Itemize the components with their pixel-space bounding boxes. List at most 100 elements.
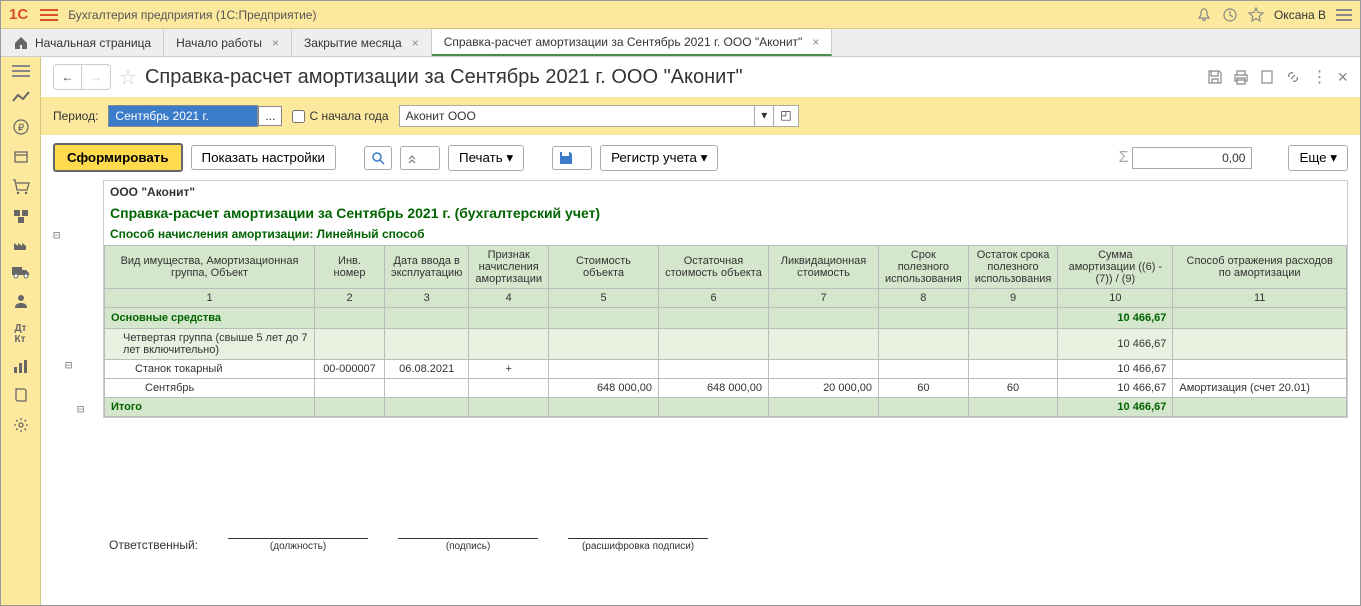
page-title: Справка-расчет амортизации за Сентябрь 2… xyxy=(145,66,1200,89)
tree-toggle-icon[interactable]: ⊟ xyxy=(65,358,72,372)
book-icon[interactable] xyxy=(13,387,29,403)
from-start-label: С начала года xyxy=(309,109,388,123)
tab-label: Справка-расчет амортизации за Сентябрь 2… xyxy=(444,35,803,49)
tab-label: Начало работы xyxy=(176,36,262,50)
nav-forward-button[interactable]: → xyxy=(82,65,110,89)
app-title: Бухгалтерия предприятия (1С:Предприятие) xyxy=(68,8,1196,22)
col-header: Ликвидационная стоимость xyxy=(769,246,879,289)
truck-icon[interactable] xyxy=(11,265,31,279)
warehouse-icon[interactable] xyxy=(13,209,29,223)
favorite-star-icon[interactable]: ☆ xyxy=(119,65,137,90)
sidebar: ₽ ДтКт xyxy=(1,57,41,605)
history-icon[interactable] xyxy=(1222,7,1238,23)
col-header: Дата ввода в эксплуатацию xyxy=(385,246,469,289)
report-org: ООО "Аконит" xyxy=(104,181,1347,203)
bell-icon[interactable] xyxy=(1196,7,1212,23)
report-title: Справка-расчет амортизации за Сентябрь 2… xyxy=(104,203,1347,223)
period-label: Период: xyxy=(53,109,98,123)
org-input[interactable]: Аконит ООО xyxy=(399,105,756,127)
params-bar: Период: Сентябрь 2021 г. ... С начала го… xyxy=(41,97,1360,135)
find-button[interactable] xyxy=(364,146,392,170)
page-header: ← → ☆ Справка-расчет амортизации за Сент… xyxy=(41,57,1360,97)
ruble-icon[interactable]: ₽ xyxy=(13,119,29,135)
close-page-button[interactable]: × xyxy=(1337,67,1348,88)
table-row-total: Итого 10 466,67 xyxy=(105,398,1347,417)
kebab-icon[interactable]: ⋮ xyxy=(1311,67,1327,87)
app-logo: 1C xyxy=(9,6,28,23)
save-icon[interactable] xyxy=(1207,69,1223,85)
period-picker-button[interactable]: ... xyxy=(258,106,282,126)
form-button[interactable]: Сформировать xyxy=(53,143,183,172)
col-header: Остаток срока полезного использования xyxy=(968,246,1058,289)
register-button[interactable]: Регистр учета ▾ xyxy=(600,145,718,171)
tab-month-close[interactable]: Закрытие месяца × xyxy=(292,29,432,56)
col-num: 9 xyxy=(968,289,1058,308)
star-icon[interactable] xyxy=(1248,7,1264,23)
col-num: 1 xyxy=(105,289,315,308)
col-num: 10 xyxy=(1058,289,1173,308)
col-num: 6 xyxy=(659,289,769,308)
tab-label: Закрытие месяца xyxy=(304,36,402,50)
caption-menu-icon[interactable] xyxy=(1336,7,1352,23)
col-header: Инв. номер xyxy=(315,246,385,289)
table-row-detail[interactable]: Сентябрь 648 000,00 648 000,00 20 000,00… xyxy=(105,379,1347,398)
report-table: Вид имущества, Амортизационная группа, О… xyxy=(104,245,1347,417)
tab-amort-report[interactable]: Справка-расчет амортизации за Сентябрь 2… xyxy=(432,29,833,56)
col-header: Признак начисления амортизации xyxy=(469,246,549,289)
table-row-group[interactable]: Основные средства 10 466,67 xyxy=(105,308,1347,329)
link-icon[interactable] xyxy=(1285,69,1301,85)
sidebar-menu-icon[interactable] xyxy=(12,65,30,77)
tab-start[interactable]: Начало работы × xyxy=(164,29,292,56)
dtkt-icon[interactable]: ДтКт xyxy=(14,323,26,345)
org-open-button[interactable]: ◰ xyxy=(774,105,798,127)
home-icon xyxy=(13,35,29,51)
collapse-button[interactable] xyxy=(400,146,440,170)
toolbar: Сформировать Показать настройки Печать ▾… xyxy=(41,135,1360,180)
svg-text:₽: ₽ xyxy=(17,123,24,134)
org-dropdown-button[interactable]: ▾ xyxy=(755,105,774,127)
table-row-item[interactable]: Станок токарный 00-000007 06.08.2021 + 1… xyxy=(105,360,1347,379)
report-method: Способ начисления амортизации: Линейный … xyxy=(104,223,1347,245)
tab-home[interactable]: Начальная страница xyxy=(1,29,164,56)
period-input[interactable]: Сентябрь 2021 г. xyxy=(108,105,258,127)
from-start-checkbox-input[interactable] xyxy=(292,110,305,123)
nav-arrows: ← → xyxy=(53,64,111,90)
signer-position: (должность) xyxy=(228,538,368,552)
col-num: 3 xyxy=(385,289,469,308)
show-settings-button[interactable]: Показать настройки xyxy=(191,145,336,170)
print-button[interactable]: Печать ▾ xyxy=(448,145,524,171)
sigma-icon: Σ xyxy=(1119,149,1129,167)
factory-icon[interactable] xyxy=(13,237,29,251)
col-header: Остаточная стоимость объекта xyxy=(659,246,769,289)
signer-signature: (подпись) xyxy=(398,538,538,552)
from-start-checkbox[interactable]: С начала года xyxy=(292,109,388,123)
col-header: Срок полезного использования xyxy=(879,246,969,289)
purchase-icon[interactable] xyxy=(13,149,29,165)
tree-toggle-icon[interactable]: ⊟ xyxy=(77,402,84,416)
person-icon[interactable] xyxy=(13,293,29,309)
close-icon[interactable]: × xyxy=(812,35,819,49)
col-num: 8 xyxy=(879,289,969,308)
col-header: Вид имущества, Амортизационная группа, О… xyxy=(105,246,315,289)
tree-toggle-icon[interactable]: ⊟ xyxy=(53,228,60,242)
bars-icon[interactable] xyxy=(13,359,29,373)
user-name[interactable]: Оксана В xyxy=(1274,8,1326,22)
close-icon[interactable]: × xyxy=(412,36,419,50)
print-icon[interactable] xyxy=(1233,69,1249,85)
chart-icon[interactable] xyxy=(12,91,30,105)
gear-icon[interactable] xyxy=(13,417,29,433)
col-header: Стоимость объекта xyxy=(549,246,659,289)
table-row-subgroup[interactable]: Четвертая группа (свыше 5 лет до 7 лет в… xyxy=(105,329,1347,360)
menu-icon[interactable] xyxy=(36,5,62,25)
tab-home-label: Начальная страница xyxy=(35,36,151,50)
tree-gutter: ⊟ ⊟ ⊟ xyxy=(53,180,103,552)
nav-back-button[interactable]: ← xyxy=(54,65,82,89)
signature-block: Ответственный: (должность) (подпись) (ра… xyxy=(103,538,1348,552)
col-num: 4 xyxy=(469,289,549,308)
sum-input[interactable]: 0,00 xyxy=(1132,147,1252,169)
doc-icon[interactable] xyxy=(1259,69,1275,85)
more-button[interactable]: Еще ▾ xyxy=(1288,145,1348,171)
save-report-button[interactable] xyxy=(552,146,592,170)
cart-icon[interactable] xyxy=(12,179,30,195)
close-icon[interactable]: × xyxy=(272,36,279,50)
